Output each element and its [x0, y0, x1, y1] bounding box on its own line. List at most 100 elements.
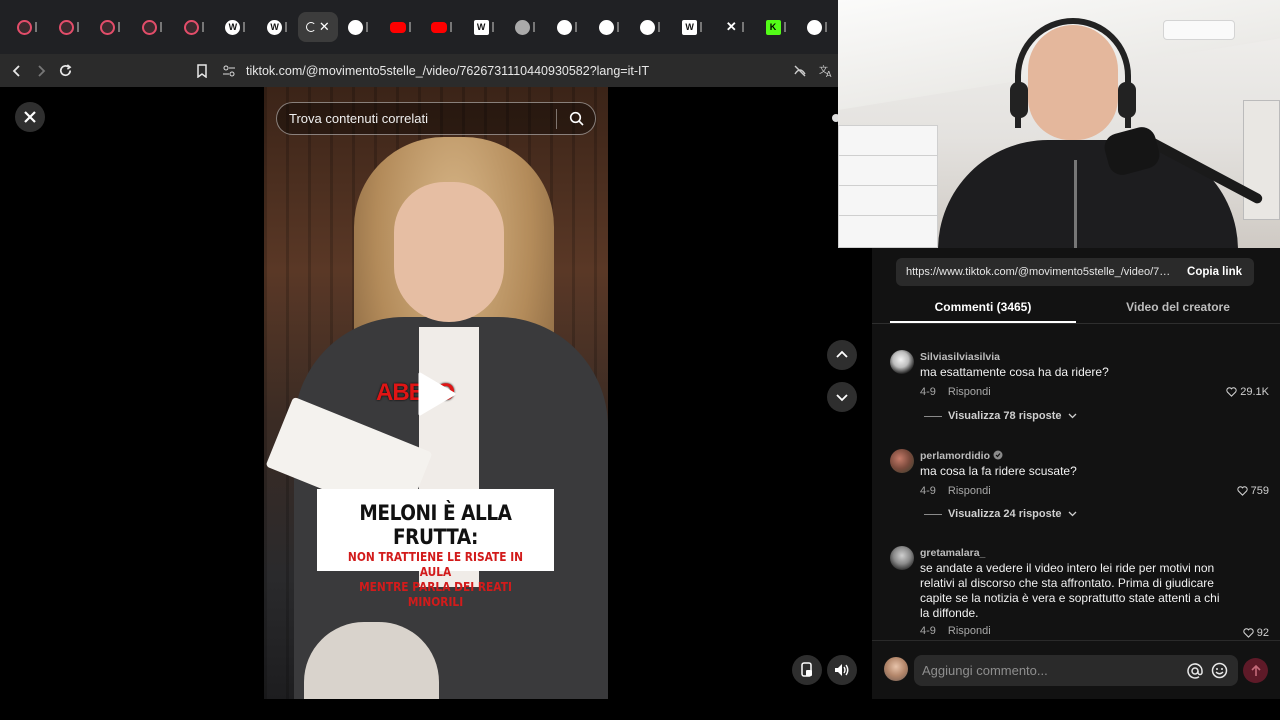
replies-line — [924, 513, 942, 515]
bookmark-button[interactable] — [190, 59, 214, 83]
view-replies-button[interactable]: Visualizza 78 risposte — [924, 410, 1077, 422]
svg-text:A: A — [826, 70, 832, 78]
address-bar[interactable]: tiktok.com/@movimento5stelle_/video/7626… — [222, 57, 842, 84]
tab-separator — [34, 22, 37, 32]
avatar[interactable] — [890, 350, 914, 374]
share-link-bar: https://www.tiktok.com/@movimento5stelle… — [896, 258, 1254, 286]
comment-username[interactable]: Silviasilviasilvia — [920, 350, 1220, 364]
browser-tab[interactable] — [504, 12, 546, 42]
caption-subline-1: NON TRATTIENE LE RISATE IN AULA — [347, 549, 524, 579]
webcam-person-body — [938, 140, 1238, 248]
youtube-icon — [389, 21, 406, 33]
browser-tab[interactable] — [630, 12, 672, 42]
browser-tab[interactable] — [588, 12, 630, 42]
comment-username-text: perlamordidio — [920, 450, 991, 462]
browser-tab[interactable] — [131, 12, 173, 42]
close-button[interactable] — [15, 102, 45, 132]
volume-button[interactable] — [827, 655, 857, 685]
comment-date: 4-9 — [920, 485, 936, 497]
browser-tab[interactable]: ✕ — [297, 12, 338, 42]
tab-separator — [76, 22, 79, 32]
forward-button[interactable] — [29, 59, 53, 83]
comment-body: gretamalara_ se andate a vedere il video… — [920, 546, 1230, 637]
close-tab-icon[interactable]: ✕ — [319, 19, 330, 35]
copy-link-button[interactable]: Copia link — [1173, 266, 1254, 278]
browser-tab[interactable] — [379, 12, 421, 42]
back-button[interactable] — [5, 59, 29, 83]
browser-toolbar: tiktok.com/@movimento5stelle_/video/7626… — [0, 54, 842, 87]
url-text: tiktok.com/@movimento5stelle_/video/7626… — [246, 63, 650, 78]
tab-separator — [741, 22, 744, 32]
reload-button[interactable] — [53, 59, 77, 83]
next-video-button[interactable] — [827, 382, 857, 412]
tab-separator — [450, 22, 453, 32]
browser-tab[interactable]: W — [215, 12, 257, 42]
chevron-right-icon — [38, 64, 46, 77]
avatar[interactable] — [884, 657, 908, 681]
heart-icon — [1237, 486, 1248, 496]
send-comment-button[interactable] — [1243, 658, 1268, 683]
browser-tab[interactable] — [421, 12, 463, 42]
comments-panel: https://www.tiktok.com/@movimento5stelle… — [872, 248, 1280, 700]
comment-meta: 4-9 Rispondi — [920, 485, 1220, 497]
search-icon[interactable] — [557, 111, 595, 126]
related-search-bar[interactable]: Trova contenuti correlati — [276, 102, 596, 135]
browser-tab[interactable]: W — [463, 12, 505, 42]
video-player[interactable]: Trova contenuti correlati ABB IO MELONI … — [264, 87, 608, 699]
reply-button[interactable]: Rispondi — [948, 386, 991, 398]
comment-username[interactable]: gretamalara_ — [920, 546, 1230, 560]
tiktok-icon — [183, 19, 199, 35]
browser-tab[interactable] — [338, 12, 380, 42]
reply-button[interactable]: Rispondi — [948, 485, 991, 497]
comment-item: Silviasilviasilvia ma esattamente cosa h… — [890, 350, 1275, 440]
like-count: 759 — [1250, 485, 1269, 497]
wordpress-icon: W — [225, 19, 241, 35]
screen: W W ✕ W W ✕ K tiktok.com/@movimento5stelle_/vi… — [0, 0, 1280, 720]
chevron-down-icon — [836, 394, 848, 402]
browser-tab[interactable] — [796, 12, 838, 42]
avatar[interactable] — [890, 546, 914, 570]
tab-creator-videos[interactable]: Video del creatore — [1076, 294, 1280, 323]
avatar[interactable] — [890, 449, 914, 473]
browser-tab[interactable] — [48, 12, 90, 42]
webcam-dresser — [838, 125, 938, 248]
reply-button[interactable]: Rispondi — [948, 625, 991, 637]
tiktok-icon — [141, 19, 157, 35]
play-icon[interactable] — [416, 372, 456, 416]
caption-subline-2: MENTRE PARLA DEI REATI MINORILI — [359, 579, 512, 609]
share-link-text[interactable]: https://www.tiktok.com/@movimento5stelle… — [906, 266, 1173, 278]
reader-mode-button[interactable] — [788, 59, 812, 83]
tab-separator — [408, 22, 411, 32]
tab-comments[interactable]: Commenti (3465) — [890, 294, 1076, 323]
browser-tab[interactable] — [6, 12, 48, 42]
bottom-strip — [0, 699, 1280, 720]
previous-video-button[interactable] — [827, 340, 857, 370]
like-count: 29.1K — [1240, 386, 1269, 398]
browser-tab[interactable]: ✕ — [713, 12, 755, 42]
comment-input[interactable]: Aggiungi commento... — [914, 655, 1238, 686]
browser-tab[interactable]: W — [671, 12, 713, 42]
browser-tab[interactable] — [546, 12, 588, 42]
translate-button[interactable]: 文A — [814, 59, 838, 83]
like-button[interactable]: 92 — [1243, 627, 1269, 639]
mention-icon[interactable] — [1187, 662, 1203, 679]
picture-in-picture-button[interactable] — [792, 655, 822, 685]
emoji-icon[interactable] — [1211, 662, 1228, 679]
like-button[interactable]: 759 — [1237, 485, 1269, 497]
browser-tab[interactable]: W — [256, 12, 298, 42]
comment-body: Silviasilviasilvia ma esattamente cosa h… — [920, 350, 1220, 398]
tab-separator — [783, 22, 786, 32]
browser-tab[interactable] — [89, 12, 131, 42]
browser-tab[interactable] — [173, 12, 215, 42]
reload-icon — [59, 64, 71, 77]
like-button[interactable]: 29.1K — [1226, 386, 1269, 398]
chevron-down-icon — [1068, 511, 1076, 517]
view-replies-button[interactable]: Visualizza 24 risposte — [924, 508, 1077, 520]
close-icon — [24, 111, 36, 123]
tab-separator — [243, 22, 246, 32]
wordpress-icon: W — [267, 19, 283, 35]
browser-tab[interactable]: K — [755, 12, 797, 42]
comment-text: ma esattamente cosa ha da ridere? — [920, 365, 1109, 379]
comment-username[interactable]: perlamordidio — [920, 449, 1220, 463]
tab-separator — [825, 22, 828, 32]
